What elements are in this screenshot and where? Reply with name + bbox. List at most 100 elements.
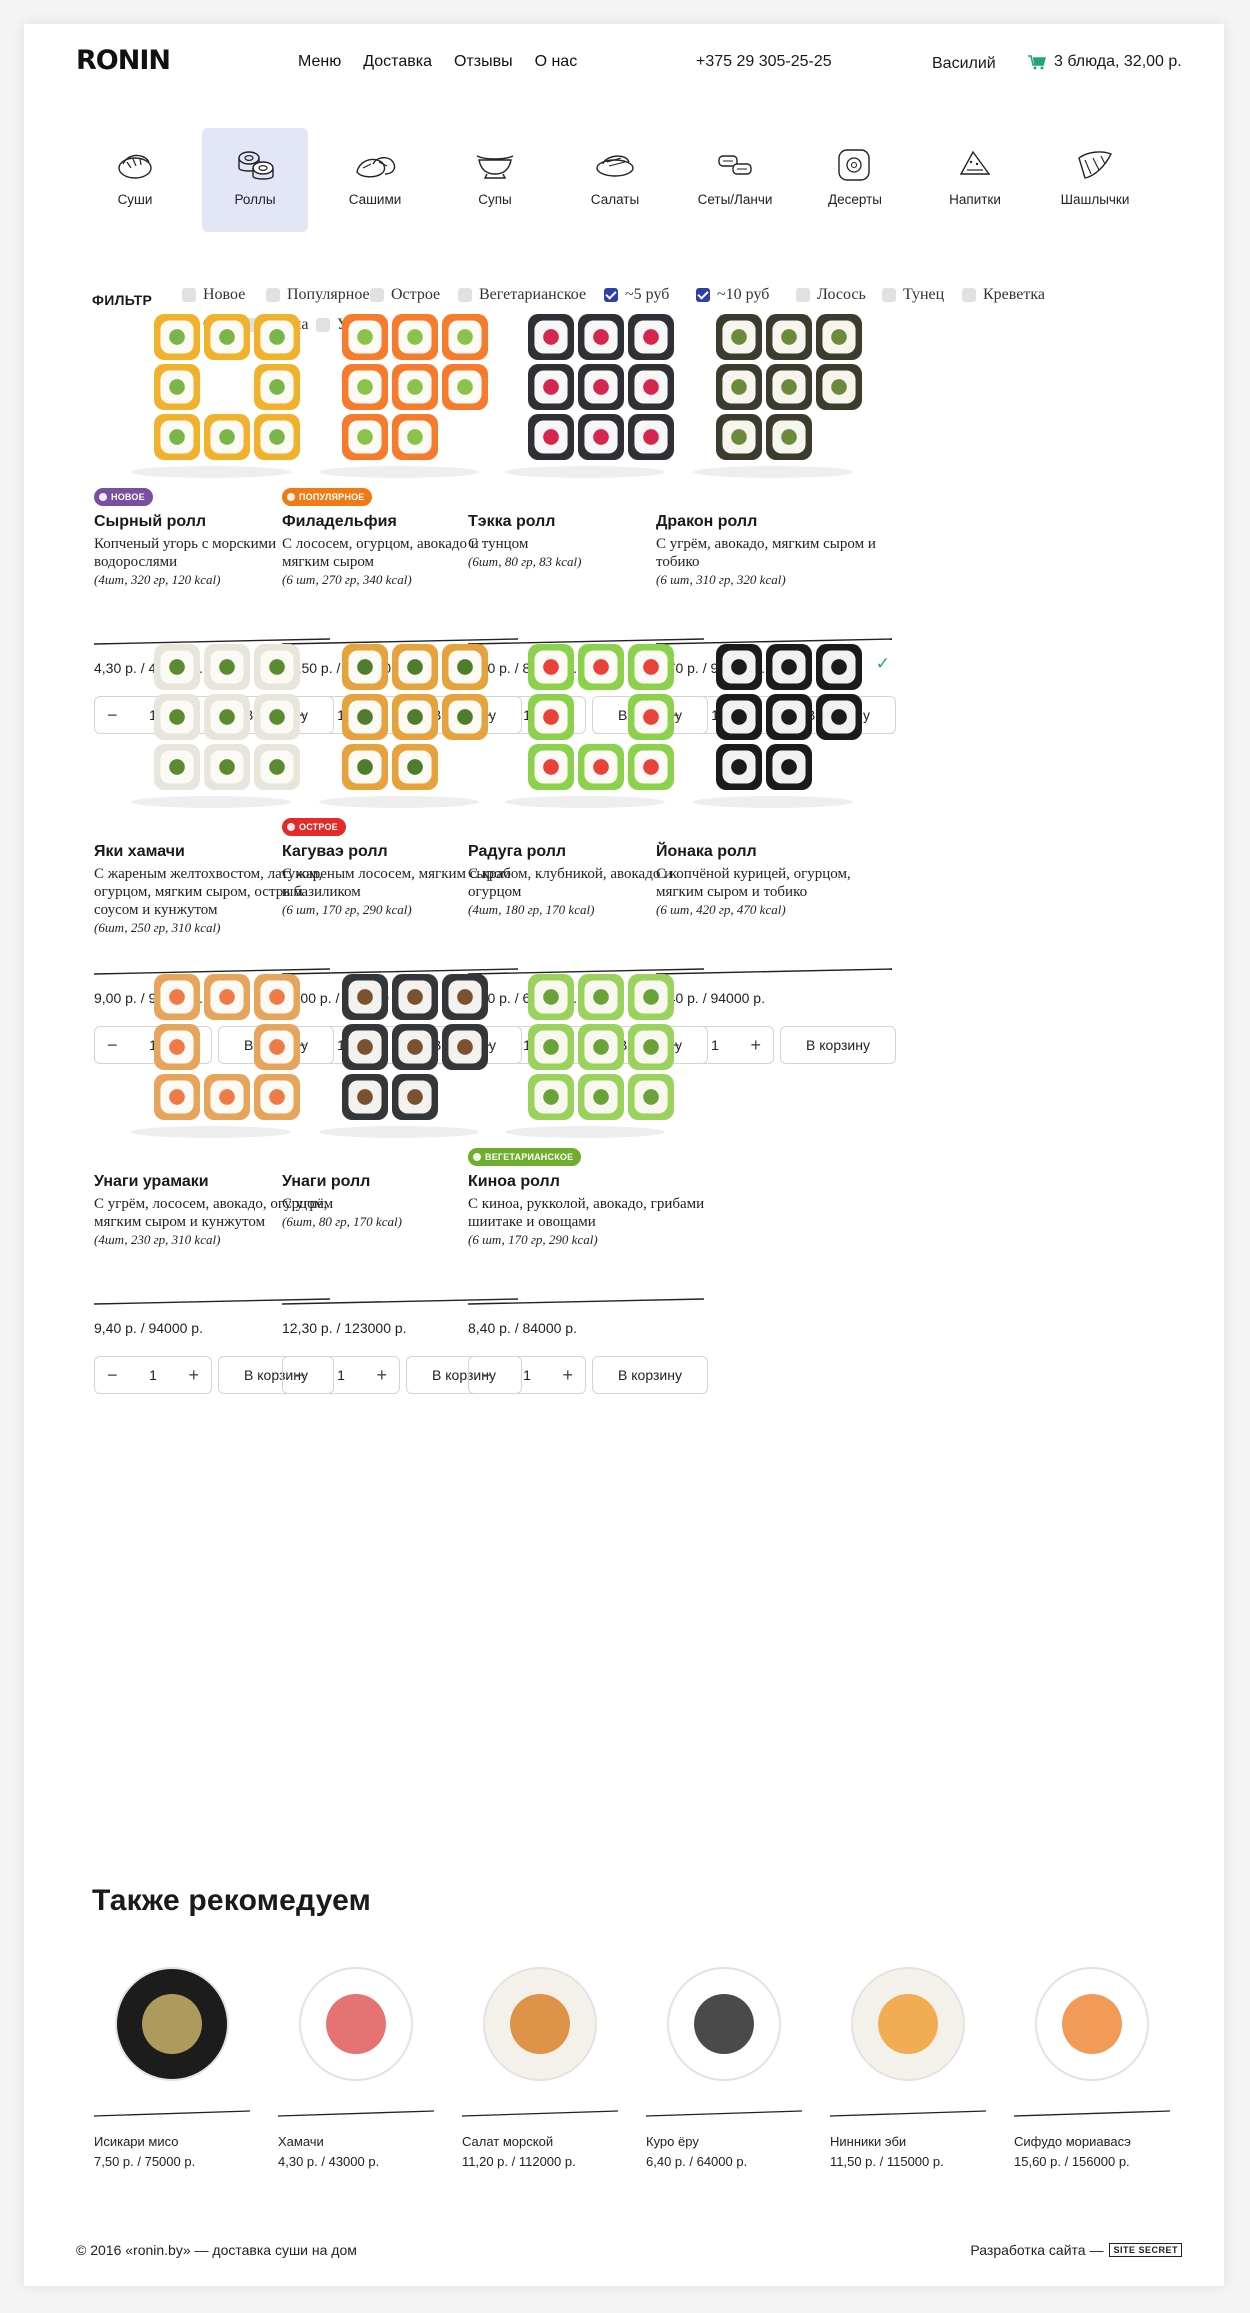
category-sashimi[interactable]: Сашими [322,128,428,232]
product-card: ВЕГЕТАРИАНСКОЕ Киноа ролл С киноа, рукколо… [466,946,708,1394]
add-to-cart-button[interactable]: В корзину [780,1026,896,1064]
cart-summary[interactable]: 3 блюда, 32,00 р. [1028,52,1182,72]
product-name[interactable]: Киноа ролл [468,1172,560,1192]
product-name[interactable]: Тэкка ролл [468,512,555,532]
recommend-name: Нинники эби [830,2134,907,2149]
category-label: Салаты [590,192,640,207]
category-sets[interactable]: Сеты/Ланчи [682,128,788,232]
category-soup[interactable]: Супы [442,128,548,232]
product-desc-text: С киноа, рукколой, авокадо, грибами шиит… [468,1196,705,1230]
product-name[interactable]: Унаги урамаки [94,1172,209,1192]
product-desc-text: С копчёной курицей, огурцом, мягким сыро… [656,866,851,900]
divider-line [646,2110,802,2117]
product-desc-text: Копченый угорь с морскими водорослями [94,536,277,570]
product-price: 9,40 р. / 94000 р. [94,1320,203,1336]
category-dessert[interactable]: Десерты [802,128,908,232]
recommend-name: Куро ёру [646,2134,699,2149]
increase-button[interactable]: + [750,1036,761,1054]
recommend-item[interactable]: Салат морской 11,20 р. / 112000 р. [460,1954,620,2169]
decrease-button[interactable]: − [107,1366,118,1384]
product-badge: ВЕГЕТАРИАНСКОЕ [468,1148,582,1166]
recommend-image [1035,1967,1149,2081]
badge-icon [473,1153,481,1161]
product-name[interactable]: Радуга ролл [468,842,566,862]
product-name[interactable]: Унаги ролл [282,1172,370,1192]
category-label: Десерты [827,192,882,207]
decrease-button[interactable]: − [295,1366,306,1384]
footer-developer[interactable]: Разработка сайта — SITE SECRET [970,2242,1182,2258]
product-description: С копчёной курицей, огурцом, мягким сыро… [656,865,894,919]
product-name[interactable]: Йонака ролл [656,842,757,862]
nav-delivery[interactable]: Доставка [363,52,432,72]
category-label: Суши [117,192,153,207]
quantity-value[interactable]: 1 [149,1367,157,1383]
phone-number[interactable]: +375 29 305-25-25 [696,52,832,72]
quantity-value[interactable]: 1 [523,1367,531,1383]
product-desc-text: С угрём [282,1196,334,1212]
product-image[interactable] [654,286,892,486]
category-sushi[interactable]: Суши [82,128,188,232]
quantity-value[interactable]: 1 [711,1037,719,1053]
recommend-item[interactable]: Сифудо мориавасэ 15,60 р. / 156000 р. [1012,1954,1172,2169]
developer-label: Разработка сайта — [970,2242,1104,2258]
divider-line [462,2110,618,2117]
recommend-image [667,1967,781,2081]
drinks-icon [959,150,991,175]
filter-option[interactable]: Креветка [962,286,1045,304]
main-nav: Меню Доставка Отзывы О нас [298,52,599,72]
quantity-value[interactable]: 1 [337,1367,345,1383]
product-price: 12,30 р. / 123000 р. [282,1320,407,1336]
product-name[interactable]: Дракон ролл [656,512,757,532]
recommend-price: 11,50 р. / 115000 р. [830,2154,944,2169]
recommend-name: Хамачи [278,2134,324,2149]
divider-line [278,2110,434,2117]
recommend-image [483,1967,597,2081]
recommend-item[interactable]: Хамачи 4,30 р. / 43000 р. [276,1954,436,2169]
product-price: 8,40 р. / 84000 р. [468,1320,577,1336]
category-skewers[interactable]: Шашлычки [1042,128,1148,232]
cart-icon [1028,54,1046,69]
product-desc-text: С крабом, клубникой, авокадо и огурцом [468,866,673,900]
dessert-icon [838,149,870,181]
footer-copyright: © 2016 «ronin.by» — доставка суши на дом [76,2242,357,2258]
product-info: (6 шт, 170 гр, 290 kcal) [468,1232,598,1247]
recommend-image [115,1967,229,2081]
quantity-stepper: − 1 + [94,1356,212,1394]
category-salad[interactable]: Салаты [562,128,668,232]
nav-about[interactable]: О нас [535,52,578,72]
category-drinks[interactable]: Напитки [922,128,1028,232]
product-name[interactable]: Филадельфия [282,512,397,532]
product-image[interactable] [466,946,704,1146]
increase-button[interactable]: + [376,1366,387,1384]
recommend-price: 4,30 р. / 43000 р. [278,2154,380,2169]
recommend-item[interactable]: Куро ёру 6,40 р. / 64000 р. [644,1954,804,2169]
filter-option-label: Тунец [903,286,945,303]
product-name[interactable]: Сырный ролл [94,512,206,532]
header: RONIN Меню Доставка Отзывы О нас +375 29… [24,24,1224,104]
category-rolls[interactable]: Роллы [202,128,308,232]
increase-button[interactable]: + [188,1366,199,1384]
recommend-price: 11,20 р. / 112000 р. [462,2154,576,2169]
nav-menu[interactable]: Меню [298,52,341,72]
recommend-image [851,1967,965,2081]
nav-reviews[interactable]: Отзывы [454,52,513,72]
product-desc-text: С тунцом [468,536,529,552]
recommend-item[interactable]: Нинники эби 11,50 р. / 115000 р. [828,1954,988,2169]
product-description: С киноа, рукколой, авокадо, грибами шиит… [468,1195,706,1249]
product-image[interactable] [654,616,892,816]
recommend-item[interactable]: Исикари мисо 7,50 р. / 75000 р. [92,1954,252,2169]
product-name[interactable]: Яки хамачи [94,842,185,862]
recommend-price: 6,40 р. / 64000 р. [646,2154,748,2169]
divider-line [468,1298,704,1305]
salad-icon [596,155,634,177]
sushi-icon [118,154,152,179]
decrease-button[interactable]: − [481,1366,492,1384]
filter-checkbox[interactable] [962,288,976,302]
badge-label: НОВОЕ [111,492,145,502]
increase-button[interactable]: + [562,1366,573,1384]
add-to-cart-button[interactable]: В корзину [592,1356,708,1394]
logo[interactable]: RONIN [76,47,171,74]
user-name[interactable]: Василий [932,54,996,74]
divider-line [1014,2110,1170,2117]
product-name[interactable]: Кагуваэ ролл [282,842,388,862]
